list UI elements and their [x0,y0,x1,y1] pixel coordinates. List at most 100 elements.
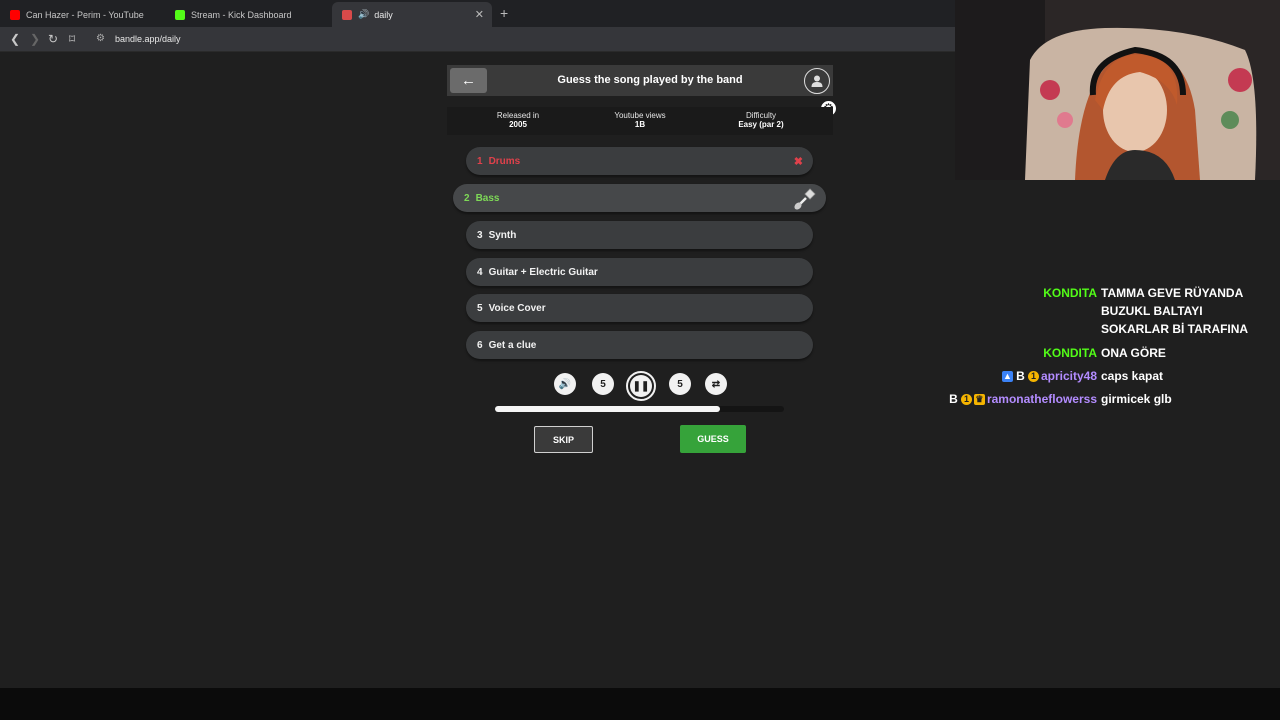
close-tab-icon[interactable]: ✕ [475,8,484,21]
screen: Can Hazer - Perim - YouTube Stream - Kic… [0,0,1280,720]
tab-label: Can Hazer - Perim - YouTube [26,9,144,20]
bandle-icon [342,9,352,20]
chat-message: ▲ B 1 apricity48 caps kapat [940,367,1163,385]
row-number: 1 [477,155,483,167]
chat-line: TAMMA GEVE RÜYANDA [1101,286,1244,300]
instrument-row-synth[interactable]: 3 Synth [466,221,813,249]
forward-icon[interactable]: ❯ [30,32,40,46]
gift-badge-icon: 1 [960,394,972,406]
arrow-left-icon: ← [461,72,476,89]
play-pause-button[interactable]: ❚❚ [626,371,656,401]
tab-kick-dashboard[interactable]: Stream - Kick Dashboard [165,2,332,27]
back-button[interactable]: ← [450,68,487,93]
profile-button[interactable] [804,68,830,94]
chat-message: B 1 ♛ ramonatheflowerss girmicek glb [940,390,1172,408]
chat-username: apricity48 [1040,369,1097,383]
row-label: Bass [475,192,500,204]
row-label: Get a clue [488,339,537,351]
webcam-feed [955,0,1280,180]
song-info-bar: Released in 2005 Youtube views 1B Diffic… [447,107,833,135]
row-number: 4 [477,266,483,278]
chat-username: KONDITA [1043,346,1097,360]
row-number: 2 [464,192,470,204]
bold-badge-icon: B [1014,369,1026,384]
chat-line: BUZUKL BALTAYI [1101,304,1203,318]
tab-youtube[interactable]: Can Hazer - Perim - YouTube [0,2,165,27]
playback-progress[interactable] [495,406,784,412]
chat-message: KONDITA ONA GÖRE [940,344,1166,362]
row-number: 3 [477,229,483,241]
instrument-row-drums[interactable]: 1 Drums ✖ [466,147,813,175]
repeat-icon: ⇄ [711,378,721,390]
chat-user-block: ▲ B 1 apricity48 [940,367,1101,385]
badge-icon: ▲ [1001,371,1013,383]
guess-button[interactable]: GUESS [680,425,746,453]
instrument-row-guitar[interactable]: 4 Guitar + Electric Guitar [466,258,813,286]
new-tab-button[interactable]: + [500,5,508,21]
bass-guitar-icon [794,188,816,210]
bottom-strip [0,688,1280,720]
instrument-row-bass[interactable]: 2 Bass [453,184,826,212]
chat-text: girmicek glb [1101,390,1172,408]
chat-line: ONA GÖRE [1101,346,1166,360]
row-number: 5 [477,302,483,314]
tab-label: daily [374,9,393,20]
tab-label: Stream - Kick Dashboard [191,9,292,20]
chat-username: ramonatheflowerss [986,392,1097,406]
views-value: 1B [634,120,646,129]
row-label: Drums [488,155,521,167]
chat-text: ONA GÖRE [1101,344,1166,362]
release-value: 2005 [509,120,527,129]
youtube-icon [10,9,20,20]
row-label: Voice Cover [488,302,546,314]
user-icon [811,75,823,87]
back-icon[interactable]: ❮ [10,32,20,46]
repeat-button[interactable]: ⇄ [705,373,727,395]
chat-line: girmicek glb [1101,392,1172,406]
chat-text: TAMMA GEVE RÜYANDA BUZUKL BALTAYI SOKARL… [1101,284,1248,338]
audio-playing-icon: 🔊 [358,9,370,19]
skip-button[interactable]: SKIP [534,426,593,453]
wrong-x-icon: ✖ [793,155,803,168]
browser-tabbar: Can Hazer - Perim - YouTube Stream - Kic… [0,0,955,27]
crown-badge-icon: ♛ [973,394,985,406]
volume-button[interactable]: 🔊 [554,373,576,395]
url-field[interactable]: bandle.app/daily [115,34,181,44]
views-info: Youtube views 1B [605,111,675,129]
release-label: Released in [496,111,540,120]
views-label: Youtube views [614,111,666,120]
pause-icon: ❚❚ [630,375,652,397]
gift-badge-icon: 1 [1027,371,1039,383]
instrument-row-clue[interactable]: 6 Get a clue [466,331,813,359]
bookmark-icon[interactable]: ⌑ [69,32,75,46]
forward-5-icon: 5 [677,378,683,390]
forward-button[interactable]: 5 [669,373,691,395]
page-title: Guess the song played by the band [557,74,743,86]
chat-message: KONDITA TAMMA GEVE RÜYANDA BUZUKL BALTAY… [940,284,1248,338]
rewind-5-icon: 5 [600,378,606,390]
site-info-icon[interactable]: ⚙ [96,33,105,44]
row-label: Guitar + Electric Guitar [488,266,598,278]
chat-username: KONDITA [1043,286,1097,300]
rewind-button[interactable]: 5 [592,373,614,395]
difficulty-label: Difficulty [745,111,777,120]
streamer-webcam-image [955,0,1280,180]
bold-badge-icon: B [947,392,959,407]
difficulty-info: Difficulty Easy (par 2) [723,111,799,129]
row-label: Synth [488,229,517,241]
chat-user-block: B 1 ♛ ramonatheflowerss [940,390,1101,408]
row-number: 6 [477,339,483,351]
address-bar: ❮ ❯ ↻ ⌑ ⚙ bandle.app/daily [0,27,955,52]
speaker-icon: 🔊 [558,378,572,390]
release-info: Released in 2005 [485,111,551,129]
reload-icon[interactable]: ↻ [48,32,58,46]
game-header: ← Guess the song played by the band [447,65,833,96]
kick-icon [175,9,185,20]
chat-line: caps kapat [1101,369,1164,383]
difficulty-value: Easy (par 2) [738,120,784,129]
chat-text: caps kapat [1101,367,1163,385]
chat-line: SOKARLAR Bİ TARAFINA [1101,322,1249,336]
progress-fill [495,406,721,412]
instrument-row-voice[interactable]: 5 Voice Cover [466,294,813,322]
tab-daily[interactable]: 🔊 daily ✕ [332,2,492,27]
